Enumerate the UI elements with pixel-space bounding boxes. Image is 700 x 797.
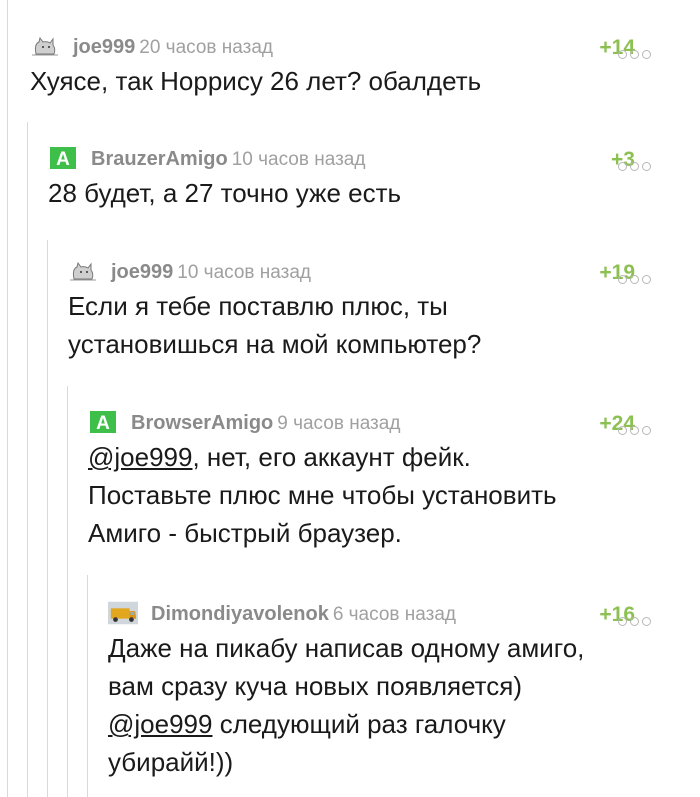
thread-rail [87, 575, 88, 797]
comment-header: A BrowserAmigo 9 часов назад +24 [88, 404, 660, 438]
comment-time: 10 часов назад [177, 262, 312, 283]
comment-header: joe999 20 часов назад +14 [30, 28, 660, 62]
thread-rail [47, 240, 48, 797]
more-options-icon[interactable] [618, 611, 658, 626]
comment-time: 6 часов назад [332, 604, 456, 625]
comment: joe999 10 часов назад +19 Если я тебе пос… [68, 253, 660, 363]
comment-text: @joe999, нет, его аккаунт фейк. Поставьт… [88, 442, 557, 548]
author-name[interactable]: Dimondiyavolenok 6 часов назад [151, 603, 456, 626]
comment-text: Даже на пикабу написав одному амиго, вам… [108, 633, 585, 777]
more-options-icon[interactable] [618, 420, 658, 435]
comment: Dimondiyavolenok 6 часов назад +16 Даже н… [108, 595, 660, 781]
cat-avatar-icon[interactable] [30, 34, 60, 58]
more-options-icon[interactable] [618, 156, 658, 171]
comment-text: 28 будет, а 27 точно уже есть [48, 178, 402, 208]
svg-text:A: A [96, 413, 110, 434]
author-name[interactable]: joe999 20 часов назад [73, 36, 273, 59]
thread-rail [67, 386, 68, 797]
author-name[interactable]: joe999 10 часов назад [111, 261, 311, 284]
comment: joe999 20 часов назад +14 Хуясе, так Норр… [30, 28, 660, 100]
comment: A BrowserAmigo 9 часов назад +24 @joe999,… [88, 404, 660, 552]
comment-time: 9 часов назад [277, 413, 401, 434]
amigo-logo-icon[interactable]: A [88, 410, 116, 434]
comment-text: Хуясе, так Норрису 26 лет? обалдеть [30, 66, 482, 96]
user-mention-link[interactable]: @joe999 [88, 442, 192, 472]
thread-rail [27, 122, 28, 797]
user-mention-link[interactable]: @joe999 [108, 709, 212, 739]
comment-time: 20 часов назад [139, 37, 274, 58]
thread-rail [7, 0, 8, 797]
comment-text: Если я тебе поставлю плюс, ты установишь… [68, 291, 482, 359]
more-options-icon[interactable] [618, 44, 658, 59]
comment-time: 10 часов назад [231, 149, 366, 170]
author-name[interactable]: BrauzerAmigo 10 часов назад [91, 148, 365, 171]
cat-avatar-icon[interactable] [68, 259, 98, 283]
amigo-logo-icon[interactable]: A [48, 146, 76, 170]
comment-header: joe999 10 часов назад +19 [68, 253, 660, 287]
author-name[interactable]: BrowserAmigo 9 часов назад [131, 412, 400, 435]
comment-header: Dimondiyavolenok 6 часов назад +16 [108, 595, 660, 629]
comment: A BrauzerAmigo 10 часов назад +3 28 будет… [48, 140, 660, 212]
more-options-icon[interactable] [618, 269, 658, 284]
truck-avatar-icon[interactable] [108, 601, 140, 625]
svg-text:A: A [56, 149, 70, 170]
comment-header: A BrauzerAmigo 10 часов назад +3 [48, 140, 660, 174]
